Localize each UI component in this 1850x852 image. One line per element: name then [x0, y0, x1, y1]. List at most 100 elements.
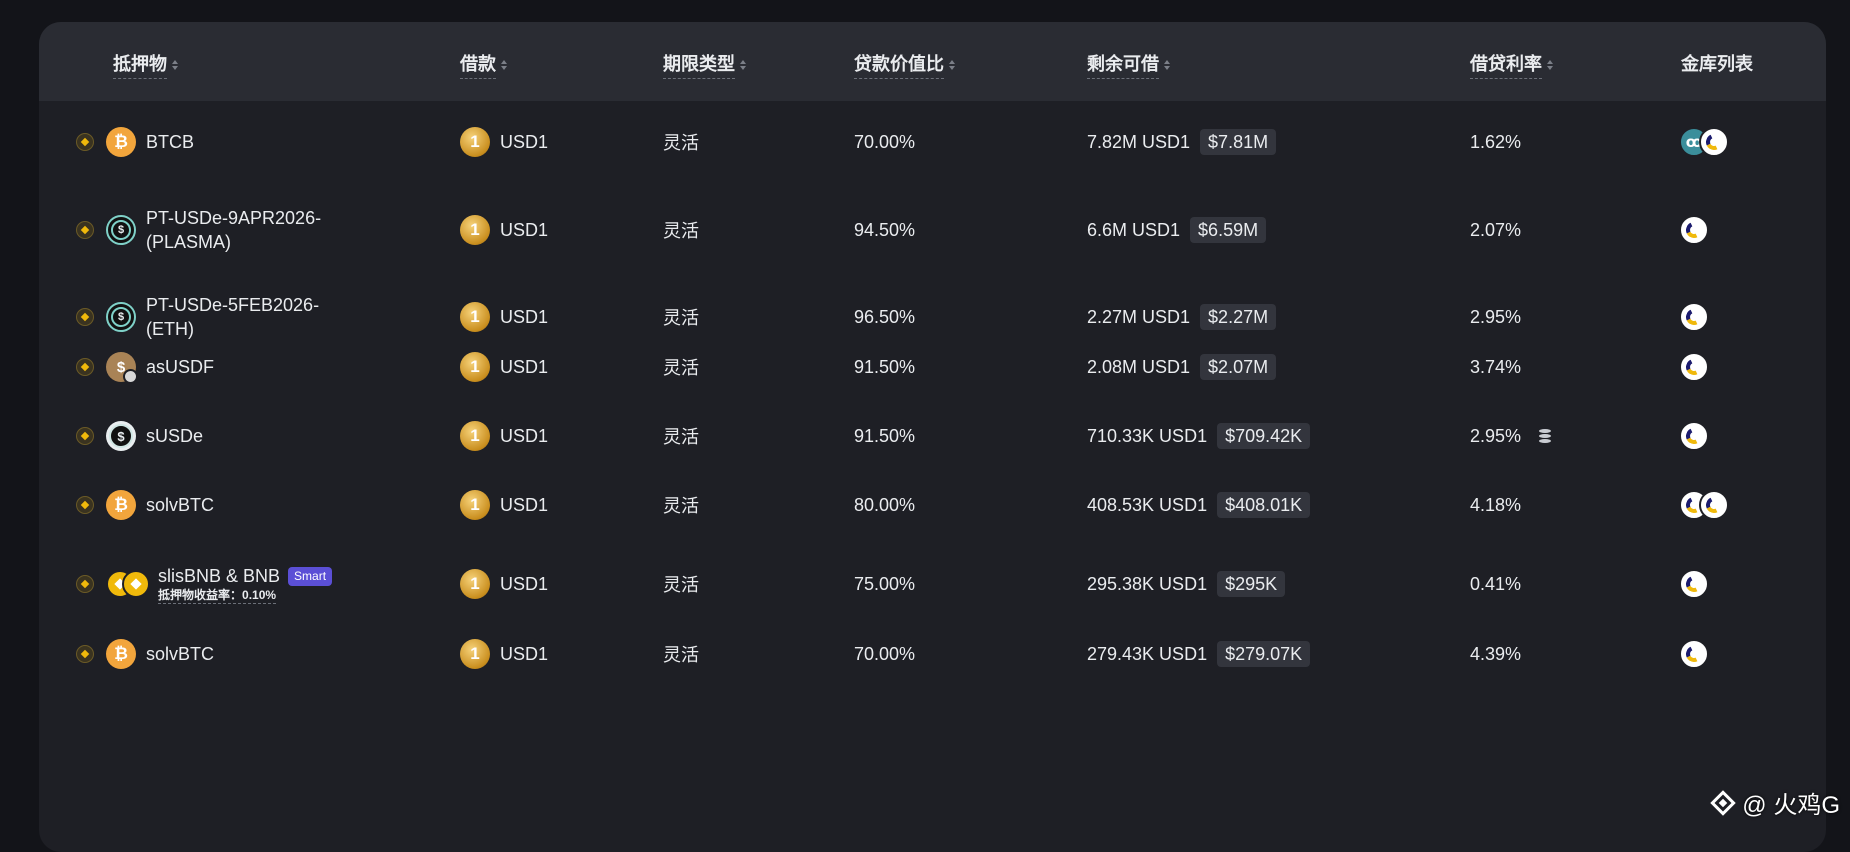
term-cell: 灵活: [663, 302, 699, 332]
lista-vault-icon[interactable]: [1699, 127, 1729, 157]
column-header-ltv[interactable]: 贷款价值比: [854, 50, 955, 79]
vaults-cell[interactable]: [1679, 639, 1709, 669]
sort-icon[interactable]: [501, 60, 507, 70]
borrow-cell: 1 USD1: [460, 639, 548, 669]
rate-value: 2.95%: [1470, 426, 1521, 447]
collateral-cell: ₿ BTCB: [76, 127, 194, 157]
pt-usde-icon: $: [106, 302, 136, 332]
ltv-cell: 70.00%: [854, 127, 915, 157]
btc-coin-icon: ₿: [106, 490, 136, 520]
lista-vault-icon[interactable]: [1679, 352, 1709, 382]
asusdf-coin-icon: $: [106, 352, 136, 382]
collateral-name: solvBTC: [146, 493, 214, 517]
lista-vault-icon[interactable]: [1679, 421, 1709, 451]
rate-cell: 4.18%: [1470, 490, 1521, 520]
collateral-cell: ₿ solvBTC: [76, 490, 214, 520]
vaults-cell[interactable]: [1679, 569, 1709, 599]
remaining-amount: 279.43K USD1: [1087, 644, 1207, 665]
borrow-asset: USD1: [500, 220, 548, 241]
lista-vault-icon[interactable]: [1679, 302, 1709, 332]
remaining-usd-badge: $7.81M: [1200, 129, 1276, 155]
sort-icon[interactable]: [1547, 60, 1553, 70]
collateral-cell: $ sUSDe: [76, 421, 203, 451]
lista-vault-icon[interactable]: [1679, 215, 1709, 245]
ltv-cell: 80.00%: [854, 490, 915, 520]
remaining-cell: 710.33K USD1 $709.42K: [1087, 421, 1310, 451]
collateral-name: BTCB: [146, 130, 194, 154]
borrow-asset: USD1: [500, 307, 548, 328]
ltv-cell: 96.50%: [854, 302, 915, 332]
table-row[interactable]: ₿ solvBTC 1 USD1 灵活 70.00% 279.43K USD1 …: [39, 639, 1826, 719]
vaults-cell[interactable]: ꝏ: [1679, 127, 1729, 157]
vaults-cell[interactable]: [1679, 490, 1729, 520]
collateral-name-line1: PT-USDe-9APR2026-: [146, 206, 321, 230]
yield-label: 抵押物收益率：: [158, 588, 242, 602]
usd1-coin-icon: 1: [460, 215, 490, 245]
collateral-name-line2: (ETH): [146, 317, 319, 341]
bnb-chain-icon: [76, 645, 94, 663]
table-row[interactable]: slisBNB & BNBSmart 抵押物收益率：0.10% 1 USD1 灵…: [39, 557, 1826, 647]
sort-icon[interactable]: [949, 60, 955, 70]
table-row[interactable]: ₿ BTCB 1 USD1 灵活 70.00% 7.82M USD1 $7.81…: [39, 101, 1826, 183]
vaults-cell[interactable]: [1679, 302, 1709, 332]
table-row[interactable]: $ sUSDe 1 USD1 灵活 91.50% 710.33K USD1 $7…: [39, 421, 1826, 501]
markets-table: 抵押物 借款 期限类型 贷款价值比 剩余可借 借贷利率 金库列表: [39, 22, 1826, 852]
yield-value: 0.10%: [242, 588, 276, 602]
rate-cell: 1.62%: [1470, 127, 1521, 157]
term-cell: 灵活: [663, 569, 699, 599]
remaining-cell: 7.82M USD1 $7.81M: [1087, 127, 1276, 157]
ltv-cell: 91.50%: [854, 352, 915, 382]
sort-icon[interactable]: [172, 60, 178, 70]
bnb-chain-icon: [76, 427, 94, 445]
pt-usde-icon: $: [106, 215, 136, 245]
column-header-collateral[interactable]: 抵押物: [113, 50, 178, 79]
remaining-usd-badge: $2.07M: [1200, 354, 1276, 380]
sort-icon[interactable]: [1164, 60, 1170, 70]
rate-cell: 4.39%: [1470, 639, 1521, 669]
collateral-cell: ₿ solvBTC: [76, 639, 214, 669]
ltv-cell: 94.50%: [854, 215, 915, 245]
watermark: @ 火鸡G: [1714, 785, 1840, 820]
susde-coin-icon: $: [106, 421, 136, 451]
collateral-name-row: slisBNB & BNBSmart: [158, 564, 332, 588]
collateral-name: sUSDe: [146, 424, 203, 448]
vaults-cell[interactable]: [1679, 215, 1709, 245]
term-cell: 灵活: [663, 215, 699, 245]
collateral-name-line1: PT-USDe-5FEB2026-: [146, 293, 319, 317]
collateral-name: solvBTC: [146, 642, 214, 666]
collateral-name: asUSDF: [146, 355, 214, 379]
database-icon[interactable]: [1539, 429, 1551, 443]
sort-icon[interactable]: [740, 60, 746, 70]
table-row[interactable]: $ asUSDF 1 USD1 灵活 91.50% 2.08M USD1 $2.…: [39, 352, 1826, 432]
binance-logo-icon: [1711, 790, 1736, 815]
usd1-coin-icon: 1: [460, 352, 490, 382]
bnb-chain-icon: [76, 221, 94, 239]
remaining-usd-badge: $279.07K: [1217, 641, 1310, 667]
vaults-cell[interactable]: [1679, 352, 1709, 382]
remaining-cell: 295.38K USD1 $295K: [1087, 569, 1285, 599]
borrow-asset: USD1: [500, 132, 548, 153]
table-row[interactable]: $ PT-USDe-9APR2026- (PLASMA) 1 USD1 灵活 9…: [39, 183, 1826, 277]
borrow-cell: 1 USD1: [460, 215, 548, 245]
column-header-borrow[interactable]: 借款: [460, 50, 507, 79]
collateral-yield: 抵押物收益率：0.10%: [158, 588, 276, 604]
column-header-term-type[interactable]: 期限类型: [663, 50, 746, 79]
borrow-cell: 1 USD1: [460, 127, 548, 157]
collateral-cell: $ asUSDF: [76, 352, 214, 382]
rate-cell: 2.07%: [1470, 215, 1521, 245]
column-header-remaining[interactable]: 剩余可借: [1087, 50, 1170, 79]
column-header-label: 借款: [460, 50, 496, 79]
ltv-cell: 70.00%: [854, 639, 915, 669]
column-header-label: 借贷利率: [1470, 50, 1542, 79]
column-header-label: 剩余可借: [1087, 50, 1159, 79]
vaults-cell[interactable]: [1679, 421, 1709, 451]
column-header-rate[interactable]: 借贷利率: [1470, 50, 1553, 79]
lista-vault-icon[interactable]: [1679, 569, 1709, 599]
remaining-amount: 295.38K USD1: [1087, 574, 1207, 595]
lista-vault-icon[interactable]: [1699, 490, 1729, 520]
lista-vault-icon[interactable]: [1679, 639, 1709, 669]
bnb-chain-icon: [76, 358, 94, 376]
term-cell: 灵活: [663, 421, 699, 451]
rate-cell: 3.74%: [1470, 352, 1521, 382]
column-header-vaults: 金库列表: [1681, 50, 1753, 76]
